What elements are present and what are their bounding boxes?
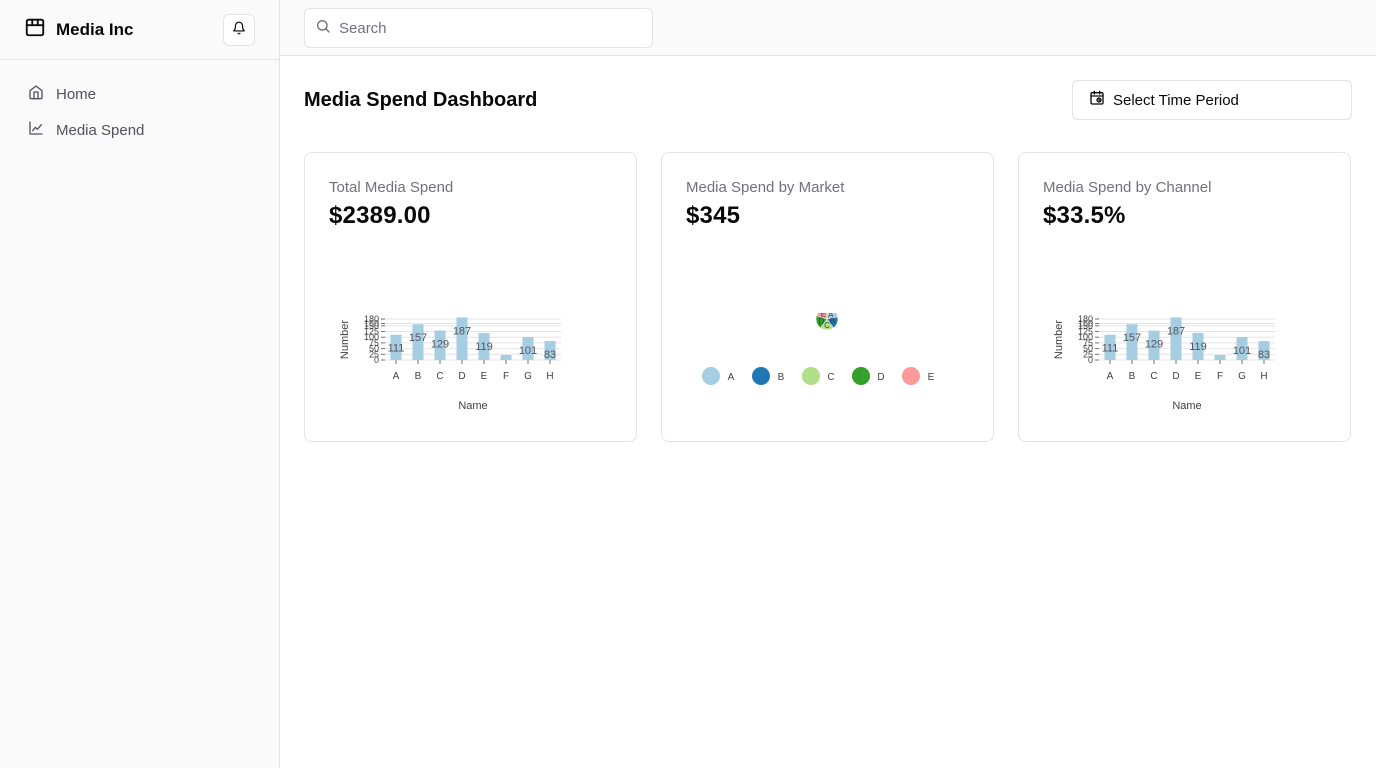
pie-slice-label: C: [824, 321, 830, 330]
bar: [1214, 354, 1226, 360]
data-label: 187: [1167, 325, 1185, 337]
legend-label: B: [778, 372, 785, 383]
page-header: Media Spend Dashboard Select Time Period: [304, 56, 1352, 144]
data-label: 83: [544, 349, 556, 361]
select-time-period-button[interactable]: Select Time Period: [1072, 80, 1352, 120]
data-label: 157: [409, 332, 427, 344]
data-label: 119: [1189, 341, 1207, 353]
x-tick-label: F: [503, 371, 509, 382]
select-time-period-label: Select Time Period: [1113, 91, 1239, 109]
x-tick-label: D: [1172, 371, 1179, 382]
card-value: $33.5%: [1043, 202, 1126, 229]
search-input[interactable]: [339, 19, 629, 37]
card-label: Total Media Spend: [329, 179, 454, 196]
legend-label: E: [928, 372, 935, 383]
x-tick-label: B: [415, 371, 422, 382]
data-label: 119: [475, 341, 493, 353]
sidebar: Media Inc Home Media Spend: [0, 0, 280, 768]
bar: [500, 354, 512, 360]
card-label: Media Spend by Market: [686, 179, 845, 196]
x-tick-label: F: [1217, 371, 1223, 382]
search-box[interactable]: [304, 8, 653, 48]
x-tick-label: E: [1195, 371, 1202, 382]
sidebar-item-home[interactable]: Home: [16, 76, 263, 112]
x-tick-label: G: [524, 371, 532, 382]
bar-chart-svg: 0255075100125150160180NumberA111B157C129…: [339, 314, 561, 412]
sidebar-item-media-spend[interactable]: Media Spend: [16, 112, 263, 148]
data-label: 101: [519, 345, 537, 357]
package-icon: [24, 16, 46, 43]
x-tick-label: H: [546, 371, 553, 382]
pie-chart: ABCDEABCDE: [686, 307, 971, 398]
x-tick-label: G: [1238, 371, 1246, 382]
y-axis-label: Number: [1053, 320, 1065, 359]
search-icon: [315, 18, 331, 39]
card-label: Media Spend by Channel: [1043, 179, 1212, 196]
data-label: 129: [1145, 339, 1163, 351]
x-tick-label: A: [393, 371, 400, 382]
sidebar-item-label: Home: [56, 85, 97, 103]
data-label: 129: [431, 339, 449, 351]
brand-bar: Media Inc: [0, 0, 279, 60]
calendar-clock-icon: [1089, 90, 1105, 110]
legend-swatch: [702, 367, 720, 385]
data-label: 157: [1123, 332, 1141, 344]
sidebar-nav: Home Media Spend: [0, 60, 279, 164]
data-label: 187: [453, 325, 471, 337]
bell-icon: [232, 21, 246, 38]
line-chart-icon: [28, 120, 44, 140]
card-total-media-spend: Total Media Spend $2389.00 0 25 50 75 100 125…: [304, 152, 637, 442]
bar-chart-svg: 0255075100125150160180NumberA111B157C129…: [1053, 314, 1275, 412]
bar-chart: 0 25 50 75 100 125 150 160 180 Number A 111 B 157 C 129…: [329, 313, 614, 418]
sidebar-item-label: Media Spend: [56, 121, 145, 139]
y-axis-label: Number: [339, 320, 351, 359]
bar: [456, 317, 468, 360]
card-media-spend-by-market: Media Spend by Market $345 ABCDEABCDE: [661, 152, 994, 442]
legend-swatch: [852, 367, 870, 385]
page-title: Media Spend Dashboard: [304, 88, 538, 111]
x-tick-label: C: [1150, 371, 1157, 382]
card-value: $345: [686, 202, 741, 229]
x-tick-label: D: [458, 371, 465, 382]
x-tick-label: C: [436, 371, 443, 382]
y-tick-label: 180: [364, 314, 379, 324]
legend-label: D: [877, 372, 884, 383]
bar-chart: 0 25 50 75 100 125 150 160 180 Number A 111 B 157 C 129…: [1043, 313, 1328, 418]
x-tick-label: B: [1129, 371, 1136, 382]
brand-name: Media Inc: [56, 19, 134, 39]
x-axis-label: Name: [458, 400, 487, 412]
data-label: 111: [1102, 343, 1119, 355]
legend-swatch: [802, 367, 820, 385]
topbar: [280, 0, 1376, 56]
x-tick-label: A: [1107, 371, 1114, 382]
card-value: $2389.00: [329, 202, 431, 229]
x-tick-label: H: [1260, 371, 1267, 382]
bar: [1170, 317, 1182, 360]
pie-slice-label: E: [821, 313, 826, 319]
legend-swatch: [902, 367, 920, 385]
main-content: Media Spend Dashboard Select Time Period…: [304, 56, 1352, 442]
legend-label: A: [728, 372, 735, 383]
pie-chart-svg: ABCDEA B C D E: [702, 307, 935, 385]
kpi-cards: Total Media Spend $2389.00 0 25 50 75 100 125…: [304, 152, 1352, 442]
data-label: 111: [388, 343, 405, 355]
card-media-spend-by-channel: Media Spend by Channel $33.5% 0 25 50 75 100…: [1018, 152, 1351, 442]
x-axis-label: Name: [1172, 400, 1201, 412]
home-icon: [28, 84, 44, 104]
y-tick-label: 180: [1078, 314, 1093, 324]
legend-swatch: [752, 367, 770, 385]
brand[interactable]: Media Inc: [24, 16, 223, 43]
legend-label: C: [827, 372, 834, 383]
data-label: 83: [1258, 349, 1270, 361]
data-label: 101: [1233, 345, 1251, 357]
notifications-button[interactable]: [223, 13, 255, 46]
x-tick-label: E: [481, 371, 488, 382]
